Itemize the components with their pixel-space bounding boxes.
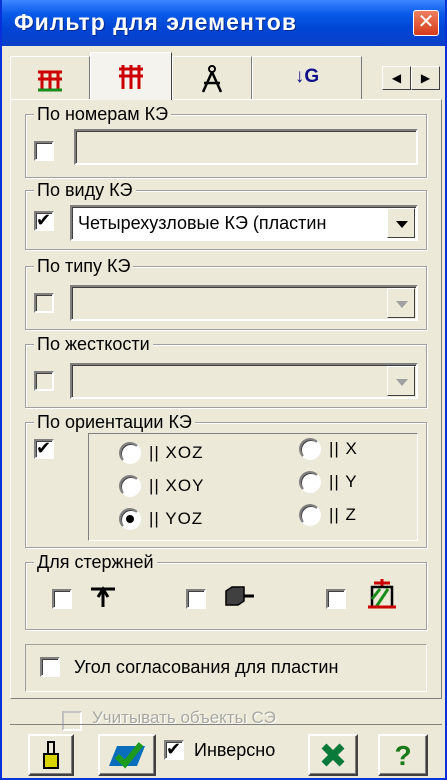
filter-dialog: Фильтр для элементов ✕ ↓G ◀ ▶ По номерам… — [0, 0, 447, 780]
by-kind-checkbox[interactable] — [34, 293, 54, 313]
footer-divider — [10, 724, 442, 725]
radio-y[interactable] — [299, 471, 321, 493]
tab-scroll-left-button[interactable]: ◀ — [382, 66, 411, 90]
bar-hinge-checkbox[interactable] — [52, 589, 72, 609]
radio-z-label: || Z — [329, 505, 357, 524]
radio-xoz-label: || XOZ — [149, 443, 204, 462]
chevron-down-icon — [396, 301, 408, 308]
title-bar[interactable]: Фильтр для элементов ✕ — [2, 0, 445, 46]
plate-angle-checkbox[interactable] — [40, 657, 60, 677]
by-type-checkbox[interactable]: ✔ — [34, 210, 54, 231]
window-title: Фильтр для элементов — [14, 9, 297, 35]
stiffness-dropdown-button[interactable] — [387, 366, 415, 396]
group-by-number-legend: По номерам КЭ — [34, 103, 172, 125]
cancel-button[interactable] — [308, 734, 358, 776]
group-by-type: По виду КЭ ✔ Четырехузловые КЭ (пластин — [25, 179, 427, 250]
element-numbers-input[interactable] — [74, 129, 418, 165]
by-stiffness-checkbox[interactable] — [34, 371, 54, 391]
element-kind-dropdown-button[interactable] — [387, 288, 415, 318]
checkmark-icon — [109, 742, 145, 769]
bar-support-checkbox[interactable] — [326, 589, 346, 609]
element-kind-select[interactable] — [70, 285, 418, 321]
check-mark-icon: ✔ — [36, 438, 52, 458]
brush-icon — [43, 741, 59, 769]
grid-red-icon — [119, 64, 143, 89]
orientation-options-box: || XOZ || XOY || YOZ || X || Y || Z — [88, 433, 418, 541]
group-by-orientation: По ориентации КЭ ✔ || XOZ || XOY || YOZ … — [25, 411, 427, 548]
radio-x-label: || X — [329, 439, 358, 458]
stiffness-select[interactable] — [70, 363, 418, 399]
group-by-kind-legend: По типу КЭ — [34, 255, 134, 277]
tab-scroll-buttons: ◀ ▶ — [382, 66, 440, 90]
radio-z[interactable] — [299, 504, 321, 526]
support-node-icon — [368, 579, 396, 609]
radio-xoy[interactable] — [119, 475, 141, 497]
radio-y-label: || Y — [329, 472, 358, 491]
grid-icon — [38, 70, 62, 91]
check-mark-icon: ✔ — [36, 210, 52, 230]
help-icon: ? — [394, 740, 412, 771]
tab-lc[interactable]: ↓G — [252, 56, 362, 100]
radio-xoz[interactable] — [119, 442, 141, 464]
beam-section-icon — [225, 586, 254, 606]
radio-x[interactable] — [299, 438, 321, 460]
group-by-number: По номерам КЭ — [25, 103, 427, 178]
check-mark-icon: ✔ — [166, 739, 182, 759]
bar-section-checkbox[interactable] — [186, 589, 206, 609]
close-button[interactable]: ✕ — [413, 10, 439, 36]
by-number-checkbox[interactable] — [34, 141, 54, 161]
help-button[interactable]: ? — [378, 734, 428, 776]
tab-panel: По номерам КЭ По виду КЭ ✔ Четырехузловы… — [10, 99, 442, 699]
plate-angle-label: Угол согласования для пластин — [74, 657, 339, 677]
apply-button[interactable] — [98, 734, 156, 776]
by-orientation-checkbox[interactable]: ✔ — [34, 438, 54, 459]
group-by-orientation-legend: По ориентации КЭ — [34, 411, 195, 433]
chevron-down-icon — [396, 221, 408, 228]
group-by-type-legend: По виду КЭ — [34, 179, 136, 201]
radio-yoz-label: || YOZ — [149, 509, 204, 528]
hinge-icon — [91, 586, 115, 607]
group-for-bars-legend: Для стержней — [34, 551, 157, 573]
close-icon — [321, 743, 345, 767]
tab-mesh-red-green[interactable] — [10, 56, 90, 100]
group-for-bars: Для стержней — [25, 551, 427, 630]
radio-yoz[interactable] — [119, 508, 141, 530]
element-type-select[interactable]: Четырехузловые КЭ (пластин — [70, 205, 418, 241]
chevron-down-icon — [396, 379, 408, 386]
group-by-kind: По типу КЭ — [25, 255, 427, 330]
compass-icon — [201, 64, 223, 93]
se-objects-label: Учитывать объекты СЭ — [92, 708, 276, 727]
inverse-label: Инверсно — [194, 740, 276, 760]
tab-compass[interactable] — [172, 56, 252, 100]
plate-angle-row: Угол согласования для пластин — [25, 644, 427, 692]
tab-mesh-red[interactable] — [90, 52, 172, 100]
group-by-stiffness: По жесткости — [25, 333, 427, 408]
se-objects-checkbox[interactable] — [62, 711, 82, 731]
inverse-checkbox[interactable]: ✔ — [164, 739, 184, 760]
radio-selected-dot — [126, 515, 134, 523]
group-by-stiffness-legend: По жесткости — [34, 333, 153, 355]
radio-xoy-label: || XOY — [149, 476, 205, 495]
brush-button[interactable] — [28, 734, 74, 776]
tab-scroll-right-button[interactable]: ▶ — [411, 66, 440, 90]
element-type-dropdown-button[interactable] — [387, 208, 415, 238]
tab-strip: ↓G ◀ ▶ — [10, 52, 442, 100]
